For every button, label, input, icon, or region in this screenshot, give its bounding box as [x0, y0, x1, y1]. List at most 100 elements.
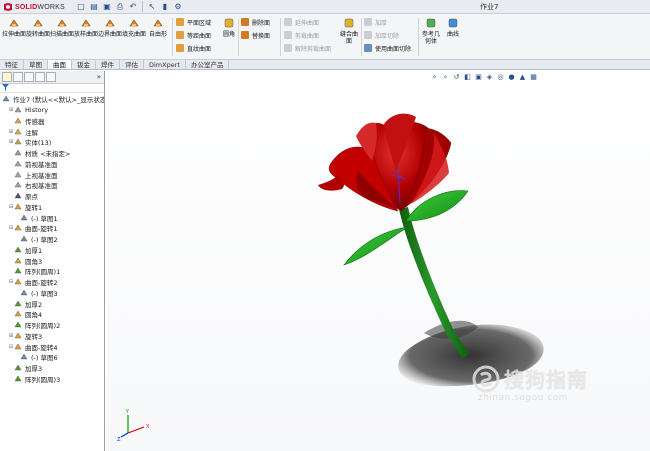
sweep-surface-button[interactable]: 扫描曲面 — [50, 16, 74, 58]
options-icon[interactable]: ⚙ — [172, 1, 184, 13]
display-manager-tab[interactable] — [46, 72, 56, 82]
tab-5[interactable]: 评估 — [120, 60, 144, 69]
tree-item[interactable]: (-) 草图3 — [0, 288, 104, 299]
fill-surface-button[interactable]: 填充曲面 — [122, 16, 146, 58]
tree-item[interactable]: ⊟ 曲面-旋转1 — [0, 223, 104, 234]
thicken-button[interactable]: 加厚 — [364, 17, 411, 27]
freeform-button[interactable]: 自由形 — [146, 16, 170, 58]
offset-surface-button[interactable]: 等距曲面 — [176, 30, 211, 40]
undo-icon[interactable]: ↶ — [127, 1, 139, 13]
fillet-button[interactable]: 圆角 — [218, 17, 240, 38]
tree-item[interactable]: ⊟ 曲面-旋转2 — [0, 277, 104, 288]
tree-item[interactable]: 阵列(圆周)1 — [0, 266, 104, 277]
open-icon[interactable]: ▤ — [88, 1, 100, 13]
tree-item[interactable]: (-) 草图6 — [0, 352, 104, 363]
tree-item[interactable]: 阵列(圆周)2 — [0, 320, 104, 331]
planar-surface-button[interactable]: 平面区域 — [176, 17, 211, 27]
knit-surface-button[interactable]: 缝合曲面 — [338, 17, 360, 45]
tree-item[interactable]: ⊞ 注解 — [0, 126, 104, 137]
tree-item-label: 材质 <未指定> — [25, 150, 71, 159]
tree-item[interactable]: (-) 草图2 — [0, 234, 104, 245]
extend-surface-button[interactable]: 延伸曲面 — [284, 17, 331, 27]
extrude-surface-button[interactable]: 拉伸曲面 — [2, 16, 26, 58]
filter-row[interactable] — [0, 84, 104, 93]
curves-button[interactable]: 曲线 — [442, 17, 464, 38]
big-tools-group: 拉伸曲面 旋转曲面 扫描曲面 放样曲面 边界曲面 填充曲面 自由形 — [2, 16, 170, 58]
tree-item[interactable]: ⊟ 曲面-旋转4 — [0, 341, 104, 352]
untrim-surface-icon — [284, 44, 292, 52]
trim-surface-button[interactable]: 剪裁曲面 — [284, 30, 331, 40]
boundary-surface-icon — [104, 17, 116, 29]
save-icon[interactable]: ▣ — [101, 1, 113, 13]
ribbon-divider — [238, 18, 239, 56]
knit-surface-icon — [343, 17, 355, 29]
thicken-icon — [14, 246, 22, 254]
tree-item-label: (-) 草图3 — [31, 289, 58, 298]
revolve-surface-button[interactable]: 旋转曲面 — [26, 16, 50, 58]
feature-tree-tab[interactable] — [2, 72, 12, 82]
tree-item[interactable]: 右视基准面 — [0, 180, 104, 191]
tool-label: 延伸曲面 — [295, 19, 320, 27]
untrim-surface-button[interactable]: 解除剪裁曲面 — [284, 43, 331, 53]
tree-item[interactable]: 作业7 (默认<<默认>_显示状态 — [0, 94, 104, 105]
solidworks-logo[interactable]: SOLIDWORKS — [3, 2, 65, 12]
plane-icon — [14, 160, 22, 168]
rose-model[interactable]: X Y Z — [106, 71, 650, 451]
tree-item[interactable]: 加厚3 — [0, 363, 104, 374]
tab-1[interactable]: 草图 — [24, 60, 48, 69]
sogou-logo-icon — [472, 365, 500, 392]
tree-item[interactable]: ⊞ 旋转3 — [0, 331, 104, 342]
filter-icon — [2, 84, 9, 91]
axis-x-label: X — [146, 424, 150, 430]
rebuild-icon[interactable]: ▮ — [159, 1, 171, 13]
tree-item[interactable]: 上视基准面 — [0, 169, 104, 180]
expand-panel-button[interactable]: » — [97, 73, 101, 81]
ribbon-col-thicken: 加厚加厚切除使用曲面切除 — [364, 17, 411, 53]
tool-label: 参考几何体 — [421, 31, 440, 45]
configuration-manager-tab[interactable] — [24, 72, 34, 82]
watermark-text: 搜狗指南 — [504, 368, 588, 392]
tab-2[interactable]: 曲面 — [48, 60, 72, 69]
command-tabs: 特征 草图 曲面 钣金 焊件 评估 DimXpert 办公室产品 — [0, 60, 650, 70]
qat-separator — [142, 1, 143, 12]
tab-6[interactable]: DimXpert — [144, 60, 186, 69]
revolve-surface-icon — [32, 17, 44, 29]
loft-surface-button[interactable]: 放样曲面 — [74, 16, 98, 58]
dimxpert-manager-tab[interactable] — [35, 72, 45, 82]
tree-item[interactable]: 加厚2 — [0, 298, 104, 309]
replace-face-button[interactable]: 替换面 — [241, 30, 270, 40]
tree-item[interactable]: 阵列(圆周)3 — [0, 374, 104, 385]
tab-3[interactable]: 钣金 — [72, 60, 96, 69]
boundary-surface-button[interactable]: 边界曲面 — [98, 16, 122, 58]
reference-geometry-button[interactable]: 参考几何体 — [420, 17, 442, 45]
fillet-icon — [14, 310, 22, 318]
new-icon[interactable]: □ — [75, 1, 87, 13]
surface-cut-button[interactable]: 使用曲面切除 — [364, 43, 411, 53]
tree-item[interactable]: 传感器 — [0, 116, 104, 127]
tree-item-label: 曲面-旋转2 — [25, 279, 58, 288]
select-icon[interactable]: ↖ — [146, 1, 158, 13]
graphics-area[interactable]: ⌕ ⌕ ↺ ◧ ▣ ◈ ◎ ● ▲ ▦ X Y Z 搜狗指南 zhinan.so… — [106, 71, 650, 451]
tool-label: 删除面 — [252, 19, 271, 27]
tab-7[interactable]: 办公室产品 — [186, 60, 230, 69]
tree-item[interactable]: 前视基准面 — [0, 159, 104, 170]
print-icon[interactable]: ⎙ — [114, 1, 126, 13]
tab-4[interactable]: 焊件 — [96, 60, 120, 69]
sketch-icon — [20, 353, 28, 361]
thicken-cut-button[interactable]: 加厚切除 — [364, 30, 411, 40]
quick-access-toolbar: □ ▤ ▣ ⎙ ↶ ↖ ▮ ⚙ — [75, 1, 184, 13]
tree-item[interactable]: 加厚1 — [0, 245, 104, 256]
delete-face-button[interactable]: 删除面 — [241, 17, 270, 27]
tree-item[interactable]: ⊟ 旋转1 — [0, 202, 104, 213]
tree-item[interactable]: ⊞ History — [0, 105, 104, 116]
tree-item[interactable]: ⊞ 实体(13) — [0, 137, 104, 148]
tree-item[interactable]: 原点 — [0, 191, 104, 202]
ruled-surface-button[interactable]: 直纹曲面 — [176, 43, 211, 53]
property-manager-tab[interactable] — [13, 72, 23, 82]
tree-item[interactable]: (-) 草图1 — [0, 212, 104, 223]
tab-0[interactable]: 特征 — [0, 60, 24, 69]
extrude-surface-icon — [8, 17, 20, 29]
tree-item[interactable]: 材质 <未指定> — [0, 148, 104, 159]
tree-item[interactable]: 圆角3 — [0, 255, 104, 266]
tree-item[interactable]: 圆角4 — [0, 309, 104, 320]
